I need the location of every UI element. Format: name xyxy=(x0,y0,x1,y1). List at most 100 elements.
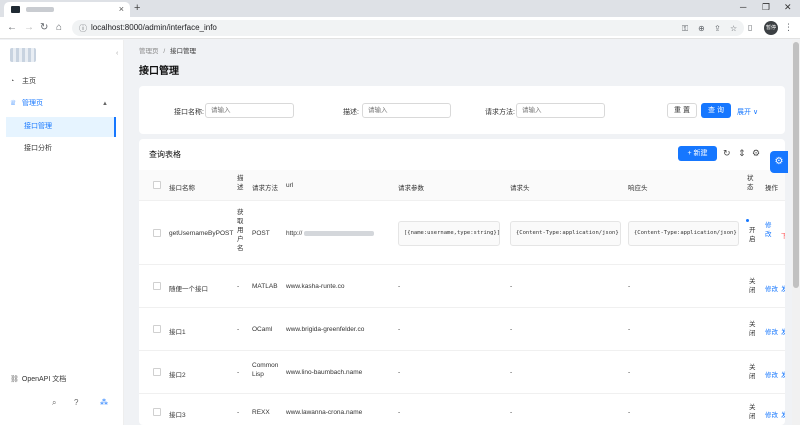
close-window-icon[interactable]: ✕ xyxy=(784,2,792,13)
edit-link[interactable]: 修改 xyxy=(765,369,778,379)
reload-table-icon[interactable]: ↻ xyxy=(723,148,731,159)
table-row: 接口2 - Common Lisp www.lino-baumbach.name… xyxy=(139,351,785,394)
cell-params: - xyxy=(398,369,401,376)
table-row: 接口3 - REXX www.lawanna-crona.name - - - … xyxy=(139,394,785,425)
reload-icon[interactable]: ↻ xyxy=(40,22,48,33)
sidebar-item-interface-manage[interactable]: 接口管理 xyxy=(6,117,116,137)
select-all-checkbox[interactable] xyxy=(153,181,161,189)
publish-link[interactable]: 发布 xyxy=(781,283,785,293)
sidepanel-icon[interactable]: ▯ xyxy=(748,23,752,32)
browser-toolbar: ← → ↻ ⌂ ⓘ localhost:8000/admin/interface… xyxy=(0,17,800,39)
name-input[interactable] xyxy=(205,103,294,118)
key-icon[interactable]: ⚿ xyxy=(682,24,688,34)
col-method[interactable]: 请求方法 xyxy=(252,182,278,192)
cell-name: 接口1 xyxy=(169,329,186,336)
table-row: 接口1 - OCaml www.brigida-greenfelder.co -… xyxy=(139,308,785,351)
cell-res-header: {Content-Type:application/json} xyxy=(628,221,739,246)
edit-link[interactable]: 修改 xyxy=(765,283,778,293)
settings-icon[interactable]: ⚙ xyxy=(752,148,760,159)
desc-input[interactable] xyxy=(362,103,451,118)
new-tab-button[interactable]: + xyxy=(134,2,140,14)
url-text[interactable]: localhost:8000/admin/interface_info xyxy=(91,23,217,32)
col-desc[interactable]: 描述 xyxy=(237,174,245,192)
new-button-label: 新建 xyxy=(693,150,708,157)
row-checkbox[interactable] xyxy=(153,325,161,333)
cell-name: 接口3 xyxy=(169,412,186,419)
home-icon[interactable]: ⌂ xyxy=(56,22,62,33)
sidebar-item-interface-analysis[interactable]: 接口分析 xyxy=(6,139,116,159)
settings-drawer-button[interactable]: ⚙ xyxy=(770,151,788,173)
zoom-icon[interactable]: ⊕ xyxy=(698,24,705,33)
cell-method: POST xyxy=(252,230,270,237)
row-checkbox[interactable] xyxy=(153,408,161,416)
table-card: 查询表格 + 新建 ↻ ⇕ ⚙ 接口名称 描述 请求方法 url 请求参数 请求… xyxy=(139,139,785,425)
collapse-sidebar-icon[interactable]: ‹ xyxy=(116,50,118,57)
restore-icon[interactable]: ❐ xyxy=(762,2,770,13)
url-blurred xyxy=(304,230,375,236)
language-icon[interactable]: ⁂ xyxy=(100,398,108,407)
col-url[interactable]: url xyxy=(286,182,293,189)
breadcrumb-sep: / xyxy=(163,48,166,55)
info-icon[interactable]: ⓘ xyxy=(79,23,87,34)
openapi-label: OpenAPI 文档 xyxy=(21,376,67,383)
cell-desc: - xyxy=(237,283,240,290)
col-params[interactable]: 请求参数 xyxy=(398,182,424,192)
col-req-header[interactable]: 请求头 xyxy=(510,182,530,192)
cell-status: 关闭 xyxy=(749,321,756,337)
minimize-icon[interactable]: ─ xyxy=(740,2,746,12)
help-icon[interactable]: ? xyxy=(74,398,78,407)
expand-label: 展开 xyxy=(737,109,751,116)
col-status[interactable]: 状态 xyxy=(747,174,755,192)
edit-link[interactable]: 修改 xyxy=(765,326,778,336)
logo xyxy=(10,48,36,62)
forward-icon[interactable]: → xyxy=(24,22,34,33)
browser-tab[interactable]: × xyxy=(4,2,130,17)
query-button[interactable]: 查 询 xyxy=(701,103,731,118)
search-icon[interactable]: ⌕ xyxy=(52,398,56,408)
cell-req-header: - xyxy=(510,283,513,290)
row-checkbox[interactable] xyxy=(153,282,161,290)
edit-link[interactable]: 修改 xyxy=(765,221,773,239)
openapi-link[interactable]: ⛓ OpenAPI 文档 xyxy=(10,374,66,384)
col-actions[interactable]: 操作 xyxy=(765,182,778,192)
method-input[interactable] xyxy=(516,103,605,118)
new-button[interactable]: + 新建 xyxy=(678,146,717,161)
expand-link[interactable]: 展开 ∨ xyxy=(737,107,758,117)
row-checkbox[interactable] xyxy=(153,368,161,376)
publish-link[interactable]: 发布 xyxy=(781,326,785,336)
link-icon: ⛓ xyxy=(10,376,19,383)
cell-status: 关闭 xyxy=(749,404,756,420)
cell-desc: 获取用户名 xyxy=(237,209,244,252)
cell-req-header: - xyxy=(510,409,513,416)
breadcrumb-parent[interactable]: 管理页 xyxy=(139,48,159,55)
reset-button[interactable]: 重 置 xyxy=(667,103,697,118)
col-res-header[interactable]: 响应头 xyxy=(628,182,648,192)
share-icon[interactable]: ⇪ xyxy=(714,24,721,33)
row-checkbox[interactable] xyxy=(153,229,161,237)
scrollbar-thumb[interactable] xyxy=(793,42,799,288)
cell-url-text: http:// xyxy=(286,230,303,237)
profile-avatar[interactable]: 暂停 xyxy=(764,21,778,35)
cell-params: [{name:username,type:string}] xyxy=(398,221,500,246)
star-icon[interactable]: ☆ xyxy=(730,24,737,33)
sidebar-item-home[interactable]: ◔ 主页 xyxy=(6,73,116,91)
sidebar-item-label: 主页 xyxy=(21,78,36,85)
page-scrollbar[interactable] xyxy=(792,40,800,425)
cell-status: 关闭 xyxy=(749,278,756,294)
name-label: 接口名称: xyxy=(174,109,204,116)
cell-desc: - xyxy=(237,326,240,333)
back-icon[interactable]: ← xyxy=(7,22,17,33)
cell-url: www.kasha-runte.co xyxy=(286,283,345,290)
address-bar[interactable]: ⓘ localhost:8000/admin/interface_info ⚿ … xyxy=(72,20,744,36)
edit-link[interactable]: 修改 xyxy=(765,409,778,419)
menu-icon[interactable]: ⋮ xyxy=(784,22,793,33)
close-tab-icon[interactable]: × xyxy=(119,4,124,14)
cell-name: 接口2 xyxy=(169,372,186,379)
publish-link[interactable]: 发布 xyxy=(781,369,785,379)
col-name[interactable]: 接口名称 xyxy=(169,182,195,192)
offline-link[interactable]: 下线 xyxy=(781,230,785,240)
sidebar-item-admin[interactable]: ♕ 管理页 ▲ xyxy=(6,95,116,113)
method-label: 请求方法: xyxy=(485,109,515,116)
column-height-icon[interactable]: ⇕ xyxy=(738,148,746,159)
publish-link[interactable]: 发布 xyxy=(781,409,785,419)
